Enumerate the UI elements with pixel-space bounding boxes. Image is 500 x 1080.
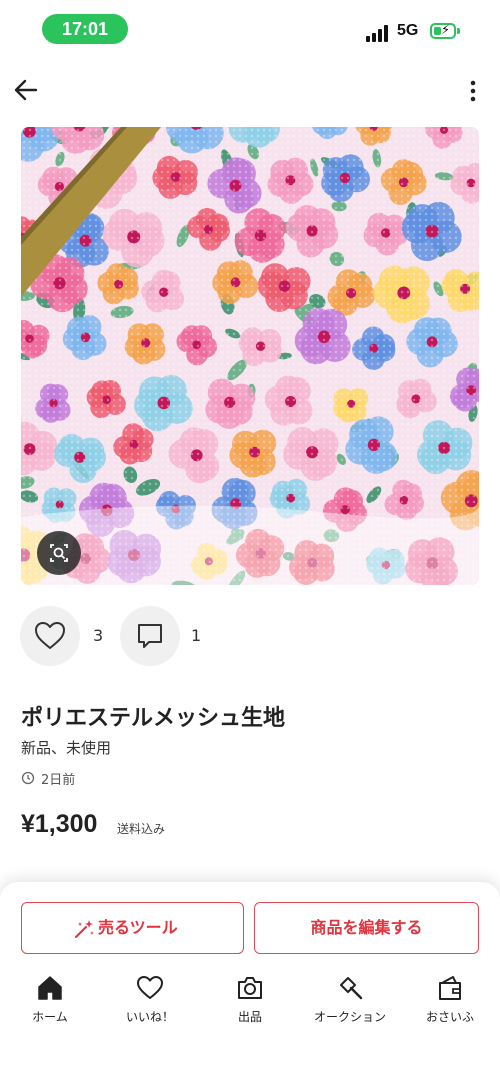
battery-icon: ⚡ bbox=[430, 23, 456, 39]
heart-icon bbox=[35, 622, 65, 649]
home-icon bbox=[38, 976, 62, 1000]
sell-tools-button[interactable]: 売るツール bbox=[21, 902, 244, 954]
status-bar: 17:01 5G ⚡ bbox=[0, 0, 500, 60]
tab-bar: ホーム いいね！ 出品 オークション おさいふ bbox=[0, 972, 500, 1032]
battery-cap bbox=[457, 28, 460, 34]
wallet-icon bbox=[439, 976, 461, 1000]
sparkle-wand-icon bbox=[75, 920, 94, 938]
tab-auction[interactable]: オークション bbox=[300, 972, 400, 1032]
shipping-note: 送料込み bbox=[117, 822, 166, 836]
clock-icon bbox=[21, 771, 35, 785]
like-count: 3 bbox=[93, 626, 104, 645]
product-title: ポリエステルメッシュ生地 bbox=[21, 706, 286, 731]
comment-icon bbox=[138, 624, 162, 648]
status-time: 17:01 bbox=[42, 14, 128, 44]
tab-listing[interactable]: 出品 bbox=[200, 972, 300, 1032]
image-search-button[interactable] bbox=[37, 531, 81, 575]
more-vertical-icon[interactable] bbox=[468, 78, 478, 104]
gavel-icon bbox=[340, 977, 363, 1000]
like-button[interactable] bbox=[20, 606, 80, 666]
tab-label: 出品 bbox=[237, 1010, 262, 1024]
tab-label: いいね！ bbox=[125, 1010, 174, 1024]
arrow-left-icon[interactable] bbox=[12, 76, 40, 104]
engagement-row: 3 1 bbox=[20, 606, 480, 666]
product-image[interactable] bbox=[21, 127, 479, 585]
tab-label: おさいふ bbox=[425, 1010, 474, 1024]
top-bar bbox=[0, 70, 500, 110]
price: ¥1,300 bbox=[21, 810, 98, 838]
tab-label: ホーム bbox=[32, 1010, 68, 1024]
posted-label: 2日前 bbox=[41, 773, 76, 788]
image-search-icon bbox=[50, 544, 68, 562]
network-type: 5G bbox=[397, 22, 419, 39]
camera-icon bbox=[238, 977, 262, 999]
heart-icon bbox=[137, 976, 163, 999]
tab-label: オークション bbox=[313, 1010, 386, 1024]
tab-home[interactable]: ホーム bbox=[0, 972, 100, 1032]
signal-icon bbox=[366, 24, 390, 42]
tab-wallet[interactable]: おさいふ bbox=[400, 972, 500, 1032]
bottom-action-sheet: 売るツール 商品を編集する ホーム いいね！ 出品 オークション おさいふ bbox=[0, 882, 500, 1080]
product-condition: 新品、未使用 bbox=[21, 739, 112, 757]
comment-count: 1 bbox=[191, 626, 202, 645]
edit-item-button[interactable]: 商品を編集する bbox=[254, 902, 479, 954]
comment-button[interactable] bbox=[120, 606, 180, 666]
tab-likes[interactable]: いいね！ bbox=[100, 972, 200, 1032]
sell-tools-label: 売るツール bbox=[98, 918, 178, 937]
